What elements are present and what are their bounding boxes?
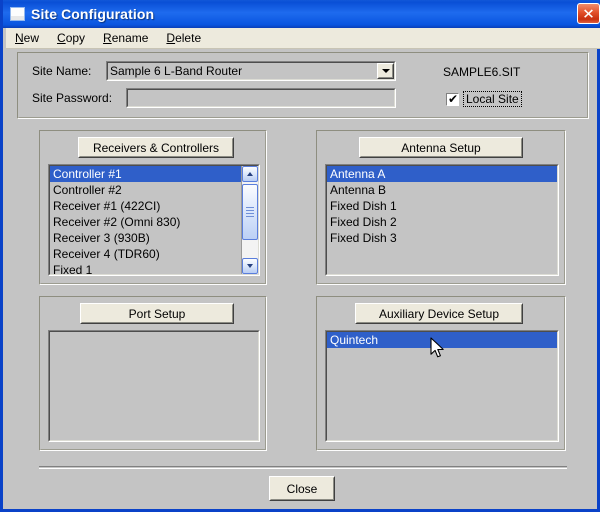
menu-item-rename[interactable]: Rename [94, 29, 157, 47]
list-item[interactable]: Receiver 4 (TDR60) [50, 246, 258, 262]
site-file-name: SAMPLE6.SIT [443, 65, 520, 79]
auxiliary-header-button[interactable]: Auxiliary Device Setup [355, 303, 523, 324]
site-name-value: Sample 6 L-Band Router [110, 64, 242, 78]
chevron-down-icon[interactable] [377, 63, 394, 79]
site-configuration-window: Site Configuration NewCopyRenameDelete S… [0, 0, 600, 512]
port-header-label: Port Setup [129, 307, 186, 321]
check-icon: ✔ [448, 94, 458, 105]
scroll-down-icon[interactable] [242, 258, 258, 274]
list-item[interactable]: Fixed Dish 2 [327, 214, 557, 230]
local-site-label: Local Site [463, 91, 522, 107]
receivers-list-well: Controller #1Controller #2Receiver #1 (4… [48, 164, 260, 276]
list-item[interactable]: Receiver 3 (930B) [50, 230, 258, 246]
receivers-scrollbar[interactable] [241, 166, 258, 274]
list-item[interactable]: Fixed Dish 1 [327, 198, 557, 214]
title-bar[interactable]: Site Configuration [3, 0, 600, 28]
close-button-label: Close [287, 482, 318, 496]
checkbox-box[interactable]: ✔ [446, 93, 459, 106]
list-item[interactable]: Controller #2 [50, 182, 258, 198]
footer-divider [39, 466, 567, 469]
scroll-up-icon[interactable] [242, 166, 258, 182]
antenna-header-label: Antenna Setup [401, 141, 480, 155]
list-item[interactable]: Antenna B [327, 182, 557, 198]
menu-item-new[interactable]: New [6, 29, 48, 47]
close-icon[interactable] [577, 3, 600, 24]
list-item[interactable]: Fixed Dish 3 [327, 230, 557, 246]
receivers-header-button[interactable]: Receivers & Controllers [78, 137, 234, 158]
menu-item-copy[interactable]: Copy [48, 29, 94, 47]
window-icon [10, 7, 25, 21]
receivers-listbox[interactable]: Controller #1Controller #2Receiver #1 (4… [50, 166, 258, 274]
port-listbox[interactable] [50, 332, 258, 440]
list-item[interactable]: Receiver #1 (422CI) [50, 198, 258, 214]
list-item[interactable]: Quintech [327, 332, 557, 348]
scrollbar-thumb[interactable] [242, 184, 258, 240]
site-password-label: Site Password: [32, 91, 112, 105]
auxiliary-panel: Auxiliary Device Setup Quintech [316, 296, 566, 451]
window-title: Site Configuration [31, 6, 154, 22]
site-name-label: Site Name: [32, 64, 91, 78]
list-item[interactable]: Receiver #2 (Omni 830) [50, 214, 258, 230]
antenna-listbox[interactable]: Antenna AAntenna BFixed Dish 1Fixed Dish… [327, 166, 557, 274]
close-button[interactable]: Close [269, 476, 335, 501]
auxiliary-list-well: Quintech [325, 330, 559, 442]
list-item[interactable]: Antenna A [327, 166, 557, 182]
site-info-group: Site Name: Sample 6 L-Band Router Site P… [17, 52, 589, 119]
menu-bar: NewCopyRenameDelete [6, 28, 600, 49]
antenna-header-button[interactable]: Antenna Setup [359, 137, 523, 158]
site-password-input[interactable] [126, 88, 396, 108]
list-item[interactable]: Controller #1 [50, 166, 258, 182]
site-name-combobox[interactable]: Sample 6 L-Band Router [106, 61, 396, 81]
antenna-panel: Antenna Setup Antenna AAntenna BFixed Di… [316, 130, 566, 285]
auxiliary-header-label: Auxiliary Device Setup [379, 307, 499, 321]
list-item[interactable]: Fixed 1 [50, 262, 258, 274]
auxiliary-listbox[interactable]: Quintech [327, 332, 557, 440]
local-site-checkbox[interactable]: ✔ Local Site [446, 91, 522, 107]
receivers-header-label: Receivers & Controllers [93, 141, 219, 155]
receivers-panel: Receivers & Controllers Controller #1Con… [39, 130, 267, 285]
port-panel: Port Setup [39, 296, 267, 451]
password-inner-border [127, 89, 395, 107]
port-list-well [48, 330, 260, 442]
port-header-button[interactable]: Port Setup [80, 303, 234, 324]
antenna-list-well: Antenna AAntenna BFixed Dish 1Fixed Dish… [325, 164, 559, 276]
menu-item-delete[interactable]: Delete [157, 29, 210, 47]
